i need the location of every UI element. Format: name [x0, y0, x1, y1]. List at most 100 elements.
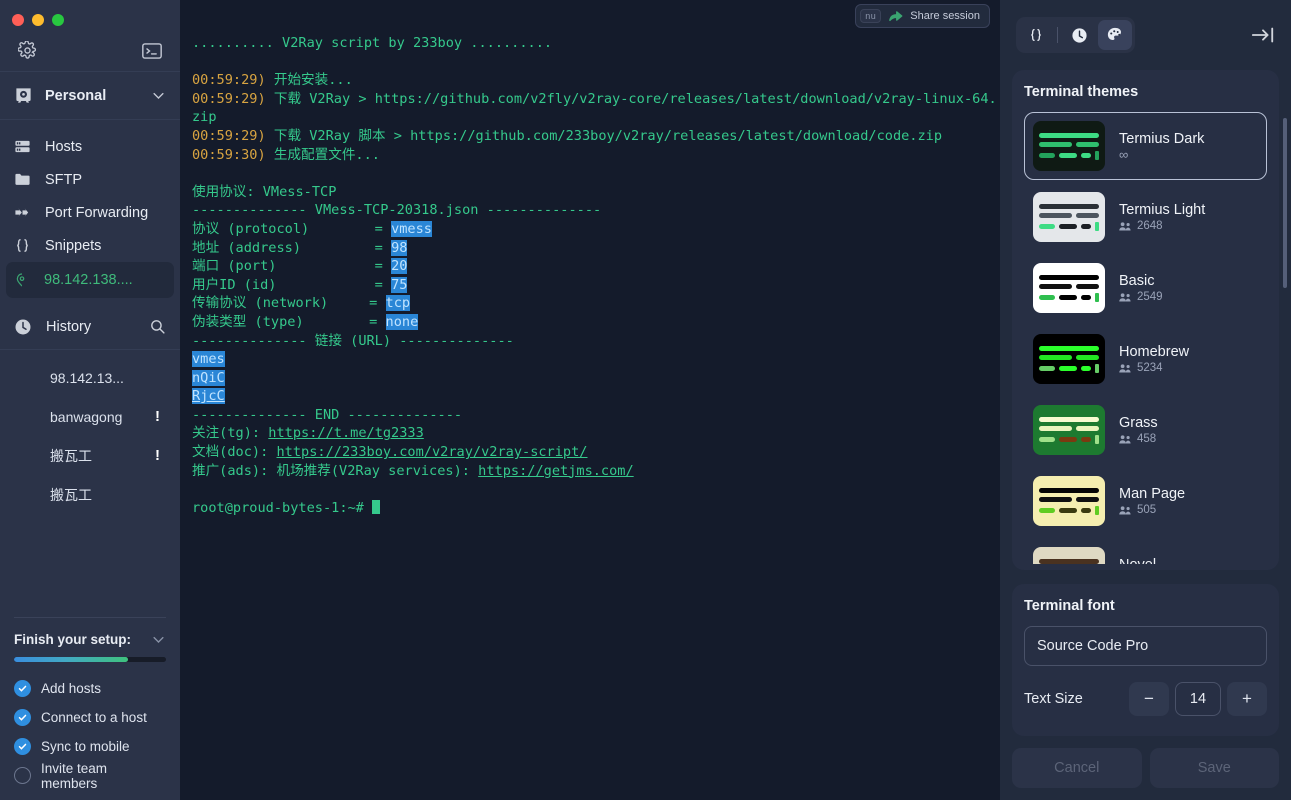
increase-text-size-button[interactable]: +: [1227, 682, 1267, 716]
terminal-pane[interactable]: nu Share session .......... V2Ray script…: [180, 0, 1000, 800]
theme-list[interactable]: Termius Dark ∞ Termius Light 2648 Basic 2549 H…: [1024, 112, 1267, 564]
theme-option[interactable]: Homebrew 5234: [1024, 325, 1267, 393]
history-list: 98.142.13... banwagong ! 搬瓦工 ! 搬瓦工: [0, 350, 180, 514]
text-size-row: Text Size − 14 +: [1024, 682, 1267, 730]
tab-history[interactable]: [1062, 20, 1096, 50]
history-item-label: 98.142.13...: [50, 369, 124, 386]
sidebar-item-sftp[interactable]: SFTP: [0, 163, 180, 196]
theme-meta: Grass 458: [1119, 415, 1158, 445]
terminal-line: -------------- 链接 (URL) --------------: [192, 332, 1000, 351]
sidebar-item-label: 98.142.138....: [44, 272, 133, 288]
collapse-right-icon[interactable]: [1251, 25, 1275, 45]
terminal-link[interactable]: https://t.me/tg2333: [268, 425, 424, 441]
setup-task-label: Sync to mobile: [41, 739, 130, 754]
font-card: Terminal font Source Code Pro Text Size …: [1012, 584, 1279, 736]
decrease-text-size-button[interactable]: −: [1129, 682, 1169, 716]
font-family-input[interactable]: Source Code Pro: [1024, 626, 1267, 666]
terminal-text: vmess: [391, 220, 432, 237]
users-icon: [1119, 292, 1131, 301]
check-icon: [14, 709, 31, 726]
theme-option[interactable]: Man Page 505: [1024, 467, 1267, 535]
terminal-link[interactable]: https://233boy.com/v2ray/v2ray-script/: [276, 444, 587, 460]
maximize-window-button[interactable]: [52, 14, 64, 26]
terminal-line: 传输协议 (network) = tcp: [192, 294, 1000, 313]
terminal-line: 推广(ads): 机场推荐(V2Ray services): https://g…: [192, 462, 1000, 481]
terminal-line: root@proud-bytes-1:~#: [192, 499, 1000, 518]
setup-task[interactable]: Sync to mobile: [14, 732, 166, 761]
sidebar: Personal Hosts SFTP Port Forwarding Snip…: [0, 0, 180, 800]
progress-fill: [14, 657, 128, 662]
infinity-icon: ∞: [1119, 147, 1129, 162]
theme-option[interactable]: Termius Dark ∞: [1024, 112, 1267, 180]
terminal-session-icon: [14, 272, 30, 288]
theme-name: Homebrew: [1119, 344, 1190, 360]
history-item-label: 搬瓦工: [50, 486, 92, 503]
minimize-window-button[interactable]: [32, 14, 44, 26]
theme-usage-count: 505: [1119, 504, 1185, 516]
setup-task[interactable]: Add hosts: [14, 674, 166, 703]
setup-header[interactable]: Finish your setup:: [14, 632, 166, 647]
cancel-button[interactable]: Cancel: [1012, 748, 1142, 788]
list-item[interactable]: 98.142.13...: [0, 358, 180, 397]
gear-icon[interactable]: [18, 41, 37, 60]
share-session-button[interactable]: nu Share session: [855, 4, 990, 28]
terminal-output[interactable]: .......... V2Ray script by 233boy ......…: [180, 0, 1000, 517]
list-item[interactable]: banwagong !: [0, 397, 180, 436]
sidebar-item-hosts[interactable]: Hosts: [0, 130, 180, 163]
setup-task-label: Connect to a host: [41, 710, 147, 725]
list-item[interactable]: 搬瓦工 !: [0, 436, 180, 475]
terminal-text: 协议 (protocol) =: [192, 220, 392, 237]
chevron-down-icon[interactable]: [151, 632, 166, 647]
theme-option[interactable]: Novel916: [1024, 538, 1267, 564]
users-icon: [1119, 434, 1131, 443]
search-icon[interactable]: [149, 318, 166, 335]
theme-name: Novel: [1119, 557, 1156, 564]
history-header[interactable]: History: [0, 304, 180, 350]
terminal-text: 推广(ads): 机场推荐(V2Ray services):: [192, 462, 479, 479]
chevron-down-icon[interactable]: [151, 88, 166, 103]
text-size-value[interactable]: 14: [1175, 682, 1221, 716]
terminal-link[interactable]: https://getjms.com/: [478, 463, 634, 479]
save-button[interactable]: Save: [1149, 748, 1279, 788]
terminal-text: -------------- END --------------: [192, 406, 463, 423]
close-window-button[interactable]: [12, 14, 24, 26]
terminal-text: 00:59:30): [192, 146, 266, 163]
setup-task[interactable]: Connect to a host: [14, 703, 166, 732]
theme-name: Man Page: [1119, 486, 1186, 502]
scrollbar[interactable]: [1283, 118, 1287, 288]
window-controls[interactable]: [0, 0, 180, 30]
theme-option[interactable]: Grass 458: [1024, 396, 1267, 464]
terminal-text: 地址 (address) =: [192, 239, 392, 256]
terminal-text: 20: [391, 258, 408, 275]
sidebar-item-label: Snippets: [45, 237, 102, 254]
workspace-selector[interactable]: Personal: [0, 72, 180, 120]
sidebar-item-snippets[interactable]: Snippets: [0, 229, 180, 262]
terminal-text: none: [385, 313, 419, 330]
setup-task[interactable]: Invite team members: [14, 760, 166, 791]
avatar: nu: [860, 9, 882, 23]
tab-snippets[interactable]: [1019, 20, 1053, 50]
tab-themes[interactable]: [1098, 20, 1132, 50]
theme-option[interactable]: Termius Light 2648: [1024, 183, 1267, 251]
workspace-label: Personal: [45, 87, 107, 104]
divider: [1057, 27, 1058, 43]
sidebar-item-port-forwarding[interactable]: Port Forwarding: [0, 196, 180, 229]
terminal-icon[interactable]: [142, 42, 162, 59]
setup-task-label: Invite team members: [41, 760, 108, 791]
terminal-text: 开始安装...: [265, 72, 353, 89]
sidebar-item-active-session[interactable]: 98.142.138....: [6, 262, 174, 298]
list-item[interactable]: 搬瓦工: [0, 475, 180, 514]
terminal-line: 协议 (protocol) = vmess: [192, 220, 1000, 239]
text-size-label: Text Size: [1024, 691, 1083, 707]
themes-card: Terminal themes Termius Dark ∞ Termius Lig…: [1012, 70, 1279, 570]
users-icon: [1119, 363, 1131, 372]
terminal-text: 下载 V2Ray 脚本 >: [265, 127, 411, 144]
terminal-line: -------------- VMess-TCP-20318.json ----…: [192, 201, 1000, 220]
app-root: Personal Hosts SFTP Port Forwarding Snip…: [0, 0, 1291, 800]
theme-name: Termius Light: [1119, 202, 1206, 218]
terminal-line: 伪装类型 (type) = none: [192, 313, 1000, 332]
theme-option[interactable]: Basic 2549: [1024, 254, 1267, 322]
terminal-line: 地址 (address) = 98: [192, 239, 1000, 258]
terminal-line: RjcC: [192, 387, 1000, 406]
